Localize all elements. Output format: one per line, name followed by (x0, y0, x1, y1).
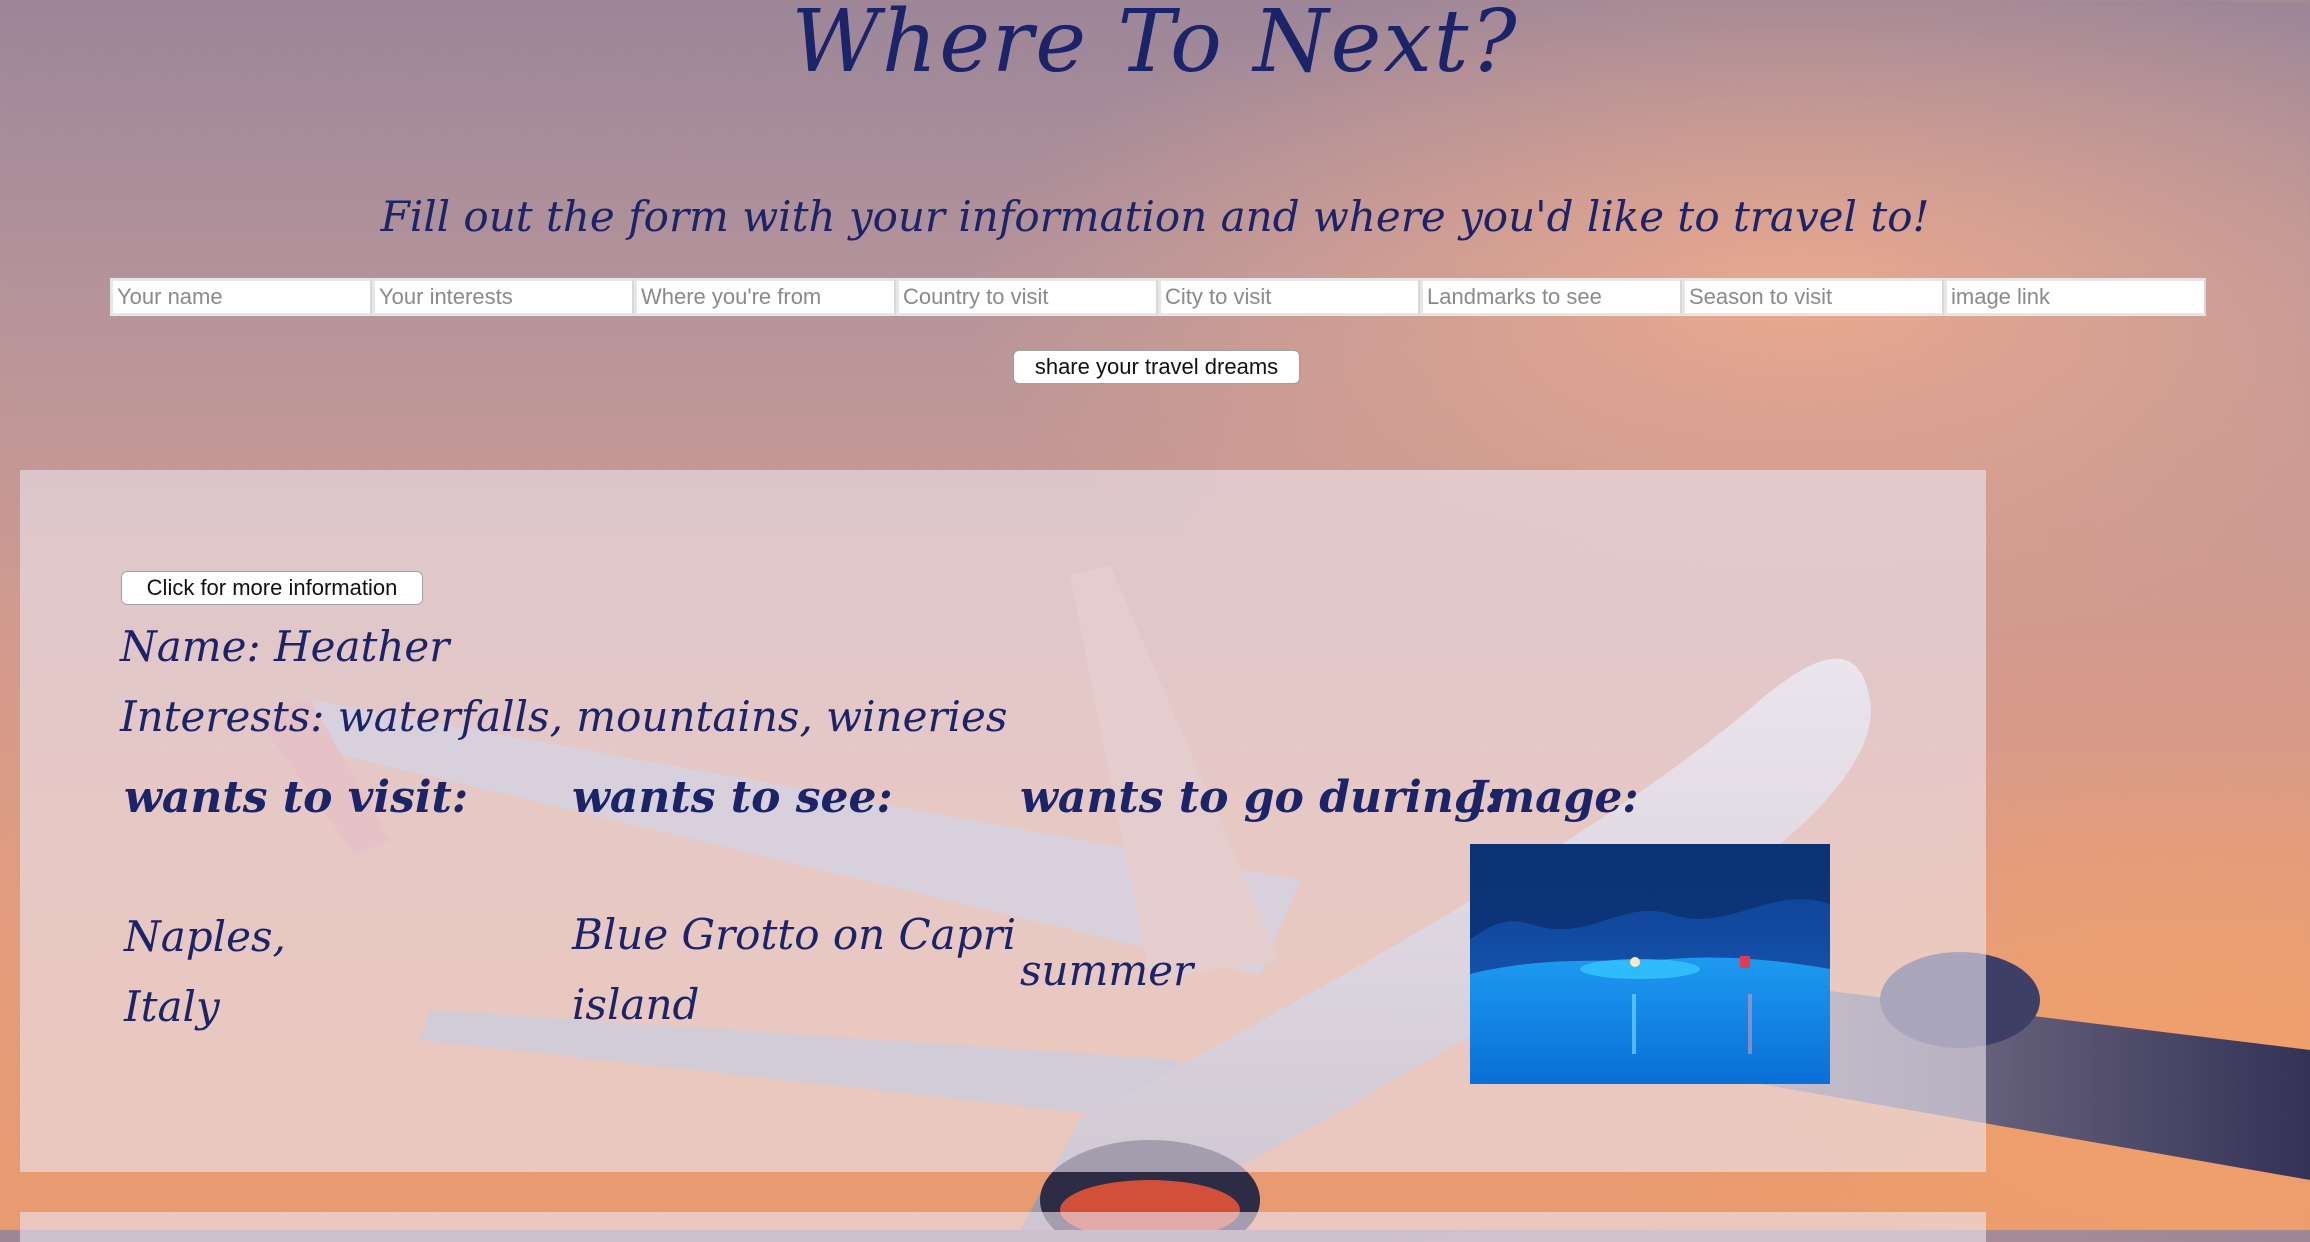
see-line-1: Blue Grotto on Capri (572, 910, 1017, 959)
traveler-interests: Interests: waterfalls, mountains, wineri… (120, 692, 1008, 741)
page-subtitle: Fill out the form with your information … (380, 192, 1930, 241)
share-travel-dreams-button[interactable]: share your travel dreams (1013, 350, 1300, 384)
season-value: summer (1020, 946, 1194, 995)
travel-card: Click for more information Name: Heather… (20, 470, 1986, 1172)
name-input[interactable] (110, 278, 372, 316)
image-heading: Image: (1468, 772, 1639, 823)
next-travel-card (20, 1212, 1986, 1242)
visit-value: Naples, Italy (124, 902, 286, 1042)
traveler-name: Name: Heather (120, 622, 450, 671)
more-information-button[interactable]: Click for more information (121, 571, 423, 605)
visit-city: Naples, (124, 912, 286, 961)
interests-input[interactable] (372, 278, 634, 316)
see-value: Blue Grotto on Capri island (572, 900, 1016, 1040)
landmarks-input[interactable] (1420, 278, 1682, 316)
season-input[interactable] (1682, 278, 1944, 316)
page-title: Where To Next? (791, 0, 1519, 92)
see-heading: wants to see: (572, 772, 893, 823)
travel-form (110, 278, 2206, 316)
destination-image (1470, 844, 1830, 1084)
image-link-input[interactable] (1944, 278, 2206, 316)
visit-heading: wants to visit: (124, 772, 469, 823)
city-input[interactable] (1158, 278, 1420, 316)
see-line-2: island (572, 980, 700, 1029)
country-input[interactable] (896, 278, 1158, 316)
page: Where To Next? Fill out the form with yo… (0, 0, 2310, 1242)
season-heading: wants to go during: (1020, 772, 1501, 823)
visit-country: Italy (124, 982, 220, 1031)
from-input[interactable] (634, 278, 896, 316)
